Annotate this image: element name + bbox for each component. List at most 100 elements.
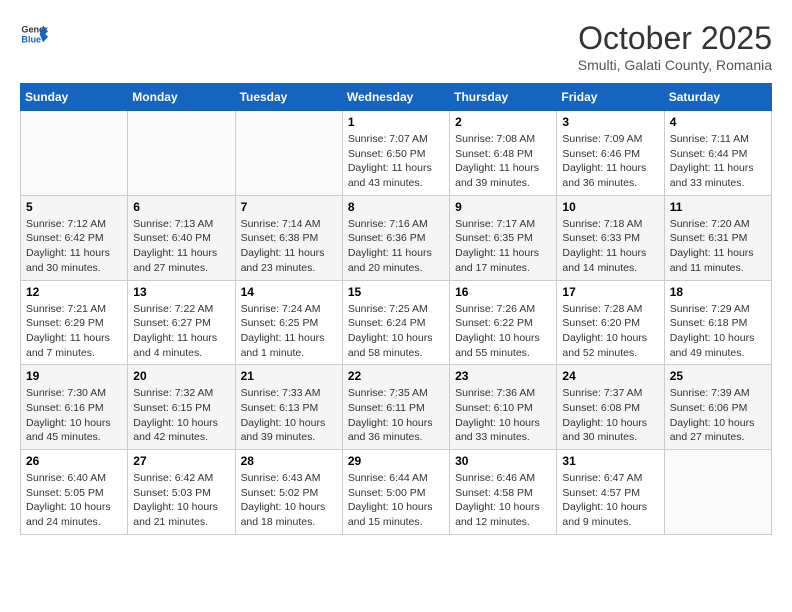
day-number: 31 [562, 454, 658, 468]
calendar-cell: 15 Sunrise: 7:25 AM Sunset: 6:24 PM Dayli… [342, 280, 449, 365]
title-section: October 2025 Smulti, Galati County, Roma… [578, 20, 772, 73]
day-number: 9 [455, 200, 551, 214]
calendar-cell: 6 Sunrise: 7:13 AM Sunset: 6:40 PM Daylig… [128, 195, 235, 280]
cell-content: Sunrise: 6:47 AM Sunset: 4:57 PM Dayligh… [562, 471, 658, 530]
col-friday: Friday [557, 84, 664, 111]
calendar-cell: 24 Sunrise: 7:37 AM Sunset: 6:08 PM Dayli… [557, 365, 664, 450]
header-row: Sunday Monday Tuesday Wednesday Thursday… [21, 84, 772, 111]
day-number: 15 [348, 285, 444, 299]
calendar-cell: 20 Sunrise: 7:32 AM Sunset: 6:15 PM Dayli… [128, 365, 235, 450]
calendar-cell: 27Sunrise: 6:42 AM Sunset: 5:03 PM Dayli… [128, 450, 235, 535]
calendar-cell: 28 Sunrise: 6:43 AM Sunset: 5:02 PM Dayli… [235, 450, 342, 535]
logo: General Blue [20, 20, 48, 48]
cell-content: Sunrise: 7:37 AM Sunset: 6:08 PM Dayligh… [562, 386, 658, 445]
cell-content: Sunrise: 7:17 AM Sunset: 6:35 PM Dayligh… [455, 217, 551, 276]
calendar-subtitle: Smulti, Galati County, Romania [578, 57, 772, 73]
calendar-cell: 18 Sunrise: 7:29 AM Sunset: 6:18 PM Dayli… [664, 280, 771, 365]
cell-content: Sunrise: 7:35 AM Sunset: 6:11 PM Dayligh… [348, 386, 444, 445]
calendar-cell: 19 Sunrise: 7:30 AM Sunset: 6:16 PM Dayli… [21, 365, 128, 450]
page-header: General Blue October 2025 Smulti, Galati… [20, 20, 772, 73]
calendar-cell: 13 Sunrise: 7:22 AM Sunset: 6:27 PM Dayli… [128, 280, 235, 365]
day-number: 7 [241, 200, 337, 214]
day-number: 18 [670, 285, 766, 299]
day-number: 28 [241, 454, 337, 468]
cell-content: Sunrise: 7:09 AM Sunset: 6:46 PM Dayligh… [562, 132, 658, 191]
calendar-cell: 4 Sunrise: 7:11 AM Sunset: 6:44 PM Daylig… [664, 111, 771, 196]
svg-text:Blue: Blue [21, 34, 41, 44]
cell-content: Sunrise: 6:40 AM Sunset: 5:05 PM Dayligh… [26, 471, 122, 530]
day-number: 13 [133, 285, 229, 299]
cell-content: Sunrise: 7:39 AM Sunset: 6:06 PM Dayligh… [670, 386, 766, 445]
day-number: 11 [670, 200, 766, 214]
day-number: 23 [455, 369, 551, 383]
col-thursday: Thursday [450, 84, 557, 111]
calendar-cell: 7 Sunrise: 7:14 AM Sunset: 6:38 PM Daylig… [235, 195, 342, 280]
cell-content: Sunrise: 7:22 AM Sunset: 6:27 PM Dayligh… [133, 302, 229, 361]
cell-content: Sunrise: 6:43 AM Sunset: 5:02 PM Dayligh… [241, 471, 337, 530]
calendar-cell: 25Sunrise: 7:39 AM Sunset: 6:06 PM Dayli… [664, 365, 771, 450]
cell-content: Sunrise: 7:12 AM Sunset: 6:42 PM Dayligh… [26, 217, 122, 276]
col-saturday: Saturday [664, 84, 771, 111]
calendar-cell: 5 Sunrise: 7:12 AM Sunset: 6:42 PM Daylig… [21, 195, 128, 280]
cell-content: Sunrise: 7:36 AM Sunset: 6:10 PM Dayligh… [455, 386, 551, 445]
calendar-cell: 30 Sunrise: 6:46 AM Sunset: 4:58 PM Dayli… [450, 450, 557, 535]
cell-content: Sunrise: 7:14 AM Sunset: 6:38 PM Dayligh… [241, 217, 337, 276]
calendar-cell: 16 Sunrise: 7:26 AM Sunset: 6:22 PM Dayli… [450, 280, 557, 365]
calendar-cell: 1Sunrise: 7:07 AM Sunset: 6:50 PM Daylig… [342, 111, 449, 196]
day-number: 30 [455, 454, 551, 468]
calendar-cell: 21Sunrise: 7:33 AM Sunset: 6:13 PM Dayli… [235, 365, 342, 450]
cell-content: Sunrise: 6:46 AM Sunset: 4:58 PM Dayligh… [455, 471, 551, 530]
day-number: 20 [133, 369, 229, 383]
calendar-cell: 17Sunrise: 7:28 AM Sunset: 6:20 PM Dayli… [557, 280, 664, 365]
logo-icon: General Blue [20, 20, 48, 48]
calendar-week-5: 26 Sunrise: 6:40 AM Sunset: 5:05 PM Dayli… [21, 450, 772, 535]
cell-content: Sunrise: 7:24 AM Sunset: 6:25 PM Dayligh… [241, 302, 337, 361]
cell-content: Sunrise: 7:07 AM Sunset: 6:50 PM Dayligh… [348, 132, 444, 191]
day-number: 19 [26, 369, 122, 383]
cell-content: Sunrise: 7:20 AM Sunset: 6:31 PM Dayligh… [670, 217, 766, 276]
day-number: 29 [348, 454, 444, 468]
calendar-cell: 14 Sunrise: 7:24 AM Sunset: 6:25 PM Dayli… [235, 280, 342, 365]
day-number: 3 [562, 115, 658, 129]
day-number: 22 [348, 369, 444, 383]
day-number: 4 [670, 115, 766, 129]
day-number: 14 [241, 285, 337, 299]
cell-content: Sunrise: 6:44 AM Sunset: 5:00 PM Dayligh… [348, 471, 444, 530]
cell-content: Sunrise: 7:29 AM Sunset: 6:18 PM Dayligh… [670, 302, 766, 361]
calendar-cell: 31 Sunrise: 6:47 AM Sunset: 4:57 PM Dayli… [557, 450, 664, 535]
calendar-cell: 23 Sunrise: 7:36 AM Sunset: 6:10 PM Dayli… [450, 365, 557, 450]
cell-content: Sunrise: 7:13 AM Sunset: 6:40 PM Dayligh… [133, 217, 229, 276]
day-number: 21 [241, 369, 337, 383]
cell-content: Sunrise: 7:26 AM Sunset: 6:22 PM Dayligh… [455, 302, 551, 361]
cell-content: Sunrise: 7:25 AM Sunset: 6:24 PM Dayligh… [348, 302, 444, 361]
calendar-cell: 26 Sunrise: 6:40 AM Sunset: 5:05 PM Dayli… [21, 450, 128, 535]
calendar-cell: 29 Sunrise: 6:44 AM Sunset: 5:00 PM Dayli… [342, 450, 449, 535]
day-number: 26 [26, 454, 122, 468]
calendar-week-3: 12Sunrise: 7:21 AM Sunset: 6:29 PM Dayli… [21, 280, 772, 365]
calendar-table: Sunday Monday Tuesday Wednesday Thursday… [20, 83, 772, 535]
day-number: 16 [455, 285, 551, 299]
cell-content: Sunrise: 7:28 AM Sunset: 6:20 PM Dayligh… [562, 302, 658, 361]
col-wednesday: Wednesday [342, 84, 449, 111]
col-tuesday: Tuesday [235, 84, 342, 111]
day-number: 10 [562, 200, 658, 214]
day-number: 2 [455, 115, 551, 129]
cell-content: Sunrise: 7:11 AM Sunset: 6:44 PM Dayligh… [670, 132, 766, 191]
calendar-cell: 10Sunrise: 7:18 AM Sunset: 6:33 PM Dayli… [557, 195, 664, 280]
day-number: 27 [133, 454, 229, 468]
day-number: 24 [562, 369, 658, 383]
calendar-week-1: 1Sunrise: 7:07 AM Sunset: 6:50 PM Daylig… [21, 111, 772, 196]
day-number: 6 [133, 200, 229, 214]
day-number: 8 [348, 200, 444, 214]
cell-content: Sunrise: 7:32 AM Sunset: 6:15 PM Dayligh… [133, 386, 229, 445]
calendar-cell: 2 Sunrise: 7:08 AM Sunset: 6:48 PM Daylig… [450, 111, 557, 196]
cell-content: Sunrise: 7:08 AM Sunset: 6:48 PM Dayligh… [455, 132, 551, 191]
col-sunday: Sunday [21, 84, 128, 111]
cell-content: Sunrise: 7:21 AM Sunset: 6:29 PM Dayligh… [26, 302, 122, 361]
calendar-cell [21, 111, 128, 196]
calendar-cell [128, 111, 235, 196]
day-number: 5 [26, 200, 122, 214]
col-monday: Monday [128, 84, 235, 111]
cell-content: Sunrise: 7:30 AM Sunset: 6:16 PM Dayligh… [26, 386, 122, 445]
calendar-title: October 2025 [578, 20, 772, 57]
